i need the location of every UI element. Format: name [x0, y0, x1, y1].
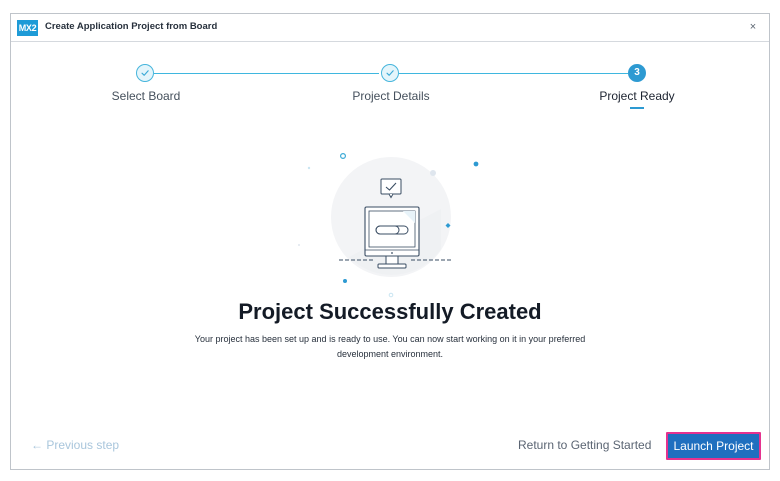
- success-description: Your project has been set up and is read…: [194, 334, 586, 359]
- step-connector-1: [154, 73, 379, 74]
- step-3-label: Project Ready: [599, 89, 675, 103]
- close-button[interactable]: ×: [745, 19, 761, 35]
- monitor-success-illustration: [298, 152, 479, 298]
- app-logo: MX2: [17, 20, 38, 36]
- step-3-indicator: 3: [628, 64, 646, 82]
- checkmark-icon: [386, 70, 394, 76]
- step-1-label: Select Board: [111, 89, 181, 103]
- step-2-label: Project Details: [352, 89, 430, 103]
- dialog-title: Create Application Project from Board: [45, 21, 218, 32]
- launch-project-button[interactable]: Launch Project: [666, 432, 761, 460]
- return-to-getting-started-link[interactable]: Return to Getting Started: [518, 438, 651, 452]
- step-2-indicator: [381, 64, 399, 82]
- title-bar: MX2 Create Application Project from Boar…: [11, 14, 769, 42]
- step-connector-2: [399, 73, 628, 74]
- create-project-dialog: MX2 Create Application Project from Boar…: [10, 13, 770, 470]
- previous-step-link[interactable]: ← Previous step: [31, 438, 119, 452]
- step-1-indicator: [136, 64, 154, 82]
- checkmark-icon: [141, 70, 149, 76]
- close-icon: ×: [749, 21, 757, 33]
- success-headline: Project Successfully Created: [238, 299, 542, 324]
- progress-stepper: Select Board Project Details 3 Project R…: [11, 62, 769, 122]
- current-step-underline: [630, 107, 644, 109]
